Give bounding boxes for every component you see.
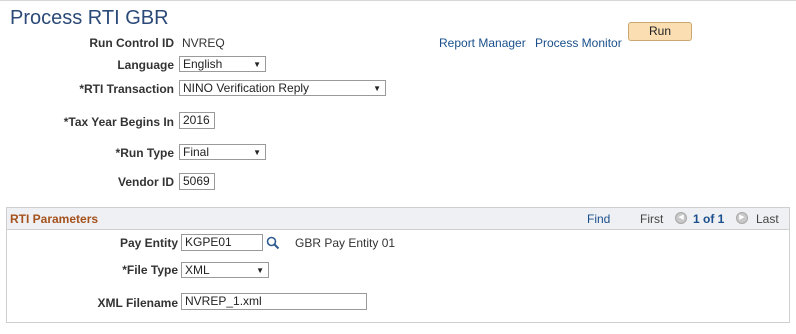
rti-parameters-header: RTI Parameters Find First ◀ 1 of 1 ▶ Las…	[7, 208, 789, 230]
rti-parameters-title: RTI Parameters	[10, 212, 99, 226]
first-label: First	[640, 212, 664, 226]
pay-entity-label: Pay Entity	[119, 236, 178, 250]
rti-transaction-select[interactable]: NINO Verification Reply ▼	[179, 80, 386, 96]
caret-down-icon: ▼	[256, 266, 264, 275]
tax-year-label: *Tax Year Begins In	[63, 115, 174, 129]
run-type-label: *Run Type	[115, 146, 174, 160]
file-type-select-value: XML	[185, 263, 210, 277]
magnifier-icon[interactable]	[266, 236, 280, 250]
vendor-id-label: Vendor ID	[117, 175, 174, 189]
top-divider	[0, 0, 796, 1]
language-select-value: English	[183, 57, 223, 71]
process-monitor-link[interactable]: Process Monitor	[535, 36, 622, 50]
language-select[interactable]: English ▼	[179, 56, 266, 72]
tax-year-input[interactable]: 2016	[179, 112, 215, 129]
xml-filename-input[interactable]: NVREP_1.xml	[181, 293, 367, 310]
run-control-id-value: NVREQ	[182, 36, 225, 50]
chevron-right-icon[interactable]: ▶	[736, 212, 748, 224]
page-title: Process RTI GBR	[10, 7, 169, 29]
language-label: Language	[117, 58, 174, 72]
rti-transaction-select-value: NINO Verification Reply	[183, 81, 310, 95]
caret-down-icon: ▼	[373, 84, 381, 93]
last-label: Last	[756, 212, 779, 226]
run-control-id-label: Run Control ID	[89, 36, 174, 50]
report-manager-link[interactable]: Report Manager	[439, 36, 526, 50]
vendor-id-input[interactable]: 5069	[179, 173, 215, 190]
caret-down-icon: ▼	[253, 60, 261, 69]
file-type-label: *File Type	[122, 263, 178, 277]
run-button[interactable]: Run	[628, 22, 692, 41]
file-type-select[interactable]: XML ▼	[181, 262, 269, 278]
chevron-left-icon[interactable]: ◀	[675, 212, 687, 224]
row-range: 1 of 1	[693, 212, 725, 226]
xml-filename-label: XML Filename	[97, 296, 178, 310]
caret-down-icon: ▼	[253, 148, 261, 157]
pay-entity-input[interactable]: KGPE01	[181, 234, 263, 251]
pay-entity-description: GBR Pay Entity 01	[295, 236, 396, 250]
rti-transaction-label: *RTI Transaction	[79, 82, 174, 96]
run-type-select[interactable]: Final ▼	[179, 144, 266, 160]
run-type-select-value: Final	[183, 145, 210, 159]
find-link[interactable]: Find	[587, 212, 610, 226]
